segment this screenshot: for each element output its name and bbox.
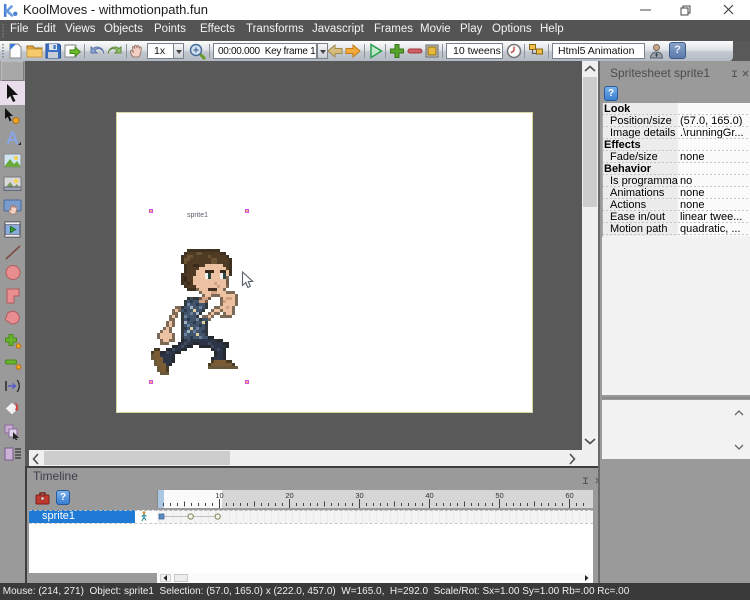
svg-text:30: 30 (355, 491, 363, 500)
svg-text:60: 60 (565, 491, 573, 500)
svg-text:A: A (6, 130, 19, 147)
svg-text:20: 20 (285, 491, 293, 500)
svg-text:10: 10 (215, 491, 223, 500)
svg-text:40: 40 (425, 491, 433, 500)
svg-text:50: 50 (495, 491, 503, 500)
